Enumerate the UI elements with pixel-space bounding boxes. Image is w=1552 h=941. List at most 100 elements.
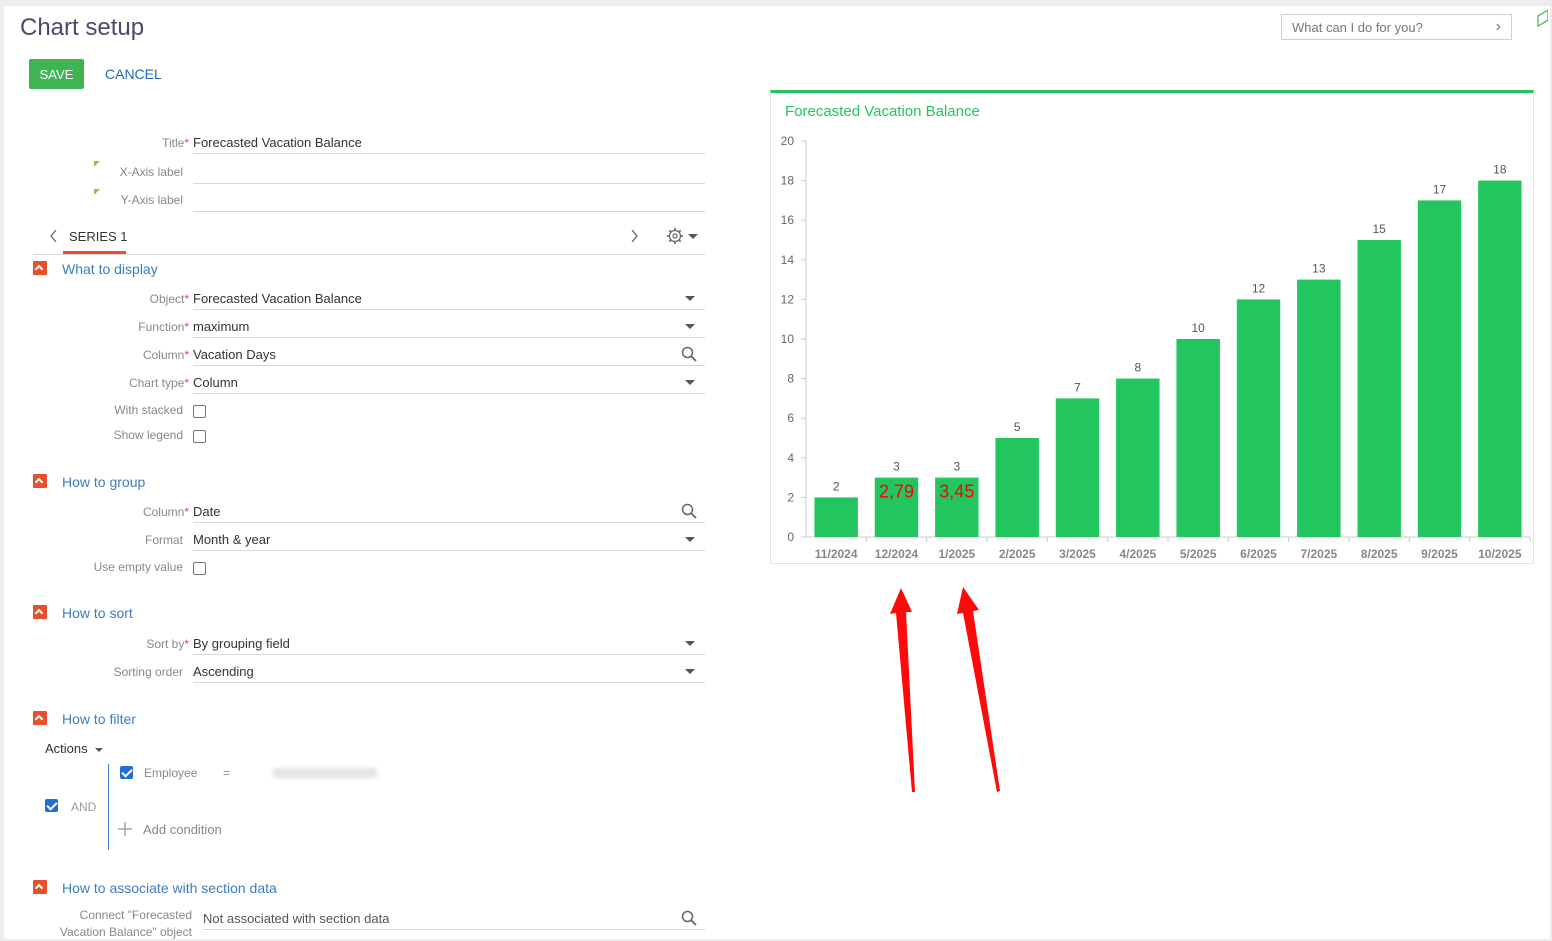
show-legend-checkbox[interactable]	[193, 430, 206, 443]
chevron-down-icon	[688, 234, 698, 239]
x-tick-label: 2/2025	[999, 547, 1036, 561]
with-stacked-checkbox[interactable]	[193, 405, 206, 418]
section-what-to-display[interactable]: What to display	[62, 261, 158, 277]
bar-value-label: 3	[953, 460, 960, 474]
bar-value-label: 7	[1074, 380, 1081, 394]
column-label: Column*	[142, 348, 189, 362]
collapse-sort-icon[interactable]	[33, 605, 47, 619]
with-stacked-label: With stacked	[114, 403, 183, 417]
bar	[1236, 299, 1281, 537]
collapse-filter-icon[interactable]	[33, 711, 47, 725]
connect-object-label: Connect "Forecasted Vacation Balance" obj…	[59, 908, 192, 939]
chevron-right-icon[interactable]	[629, 229, 639, 243]
search-icon[interactable]	[681, 503, 697, 519]
x-tick-label: 11/2024	[815, 547, 858, 561]
bar	[1116, 378, 1160, 537]
bar	[1297, 279, 1341, 537]
cancel-button[interactable]: CANCEL	[105, 59, 162, 89]
employee-condition-checkbox[interactable]	[120, 766, 133, 779]
associate-lookup[interactable]: Not associated with section data	[203, 908, 705, 930]
section-how-to-filter[interactable]: How to filter	[62, 711, 136, 727]
sort-by-select[interactable]: By grouping field	[193, 633, 705, 655]
add-condition-label: Add condition	[143, 821, 222, 837]
x-axis-label: X-Axis label	[94, 161, 183, 179]
format-select[interactable]: Month & year	[193, 529, 705, 551]
collapse-group-icon[interactable]	[33, 474, 47, 488]
add-condition-button[interactable]: Add condition	[118, 821, 222, 837]
object-label: Object*	[149, 292, 189, 306]
bar-value-label: 18	[1493, 163, 1507, 177]
group-column-label: Column*	[142, 505, 189, 519]
x-tick-label: 12/2024	[875, 547, 919, 561]
object-select[interactable]: Forecasted Vacation Balance	[193, 288, 705, 310]
x-tick-label: 3/2025	[1059, 547, 1096, 561]
bar-value-label: 3	[893, 460, 900, 474]
bar-value-label: 17	[1433, 182, 1447, 196]
chevron-down-icon	[685, 324, 695, 329]
search-icon[interactable]	[681, 910, 697, 926]
search-icon[interactable]	[681, 346, 697, 362]
bar-chart: 0 2 4 6 8 10 12 14 16 18 20 2 11/2024 3 12/2024 3 1/2025…	[781, 134, 1531, 561]
annotation-label: 3,45	[939, 482, 974, 502]
bar	[1055, 398, 1100, 537]
sort-by-label: Sort by*	[146, 637, 189, 651]
format-label: Format	[144, 533, 183, 547]
sorting-order-select[interactable]: Ascending	[193, 661, 705, 683]
y-tick-label: 18	[781, 174, 795, 188]
y-tick-label: 8	[787, 372, 794, 386]
y-tick-label: 6	[787, 411, 794, 425]
assistant-placeholder: What can I do for you?	[1292, 20, 1423, 35]
x-axis-field[interactable]	[193, 162, 705, 184]
gear-icon	[667, 228, 683, 244]
tab-series-1[interactable]: SERIES 1	[69, 229, 128, 244]
y-axis-field[interactable]	[193, 190, 705, 212]
y-tick-label: 4	[787, 451, 794, 465]
title-field[interactable]: Forecasted Vacation Balance	[193, 132, 705, 154]
x-tick-label: 9/2025	[1421, 547, 1458, 561]
actions-menu[interactable]: Actions	[45, 741, 104, 756]
section-how-to-sort[interactable]: How to sort	[62, 605, 133, 621]
bar-value-label: 5	[1014, 420, 1021, 434]
bar	[995, 438, 1039, 537]
assistant-search[interactable]: What can I do for you? ›	[1281, 14, 1512, 40]
function-select[interactable]: maximum	[193, 316, 705, 338]
chart-type-select[interactable]: Column	[193, 372, 705, 394]
chevron-down-icon	[685, 296, 695, 301]
arrow-icon	[957, 587, 1000, 792]
y-tick-label: 12	[781, 292, 795, 306]
section-how-to-group[interactable]: How to group	[62, 474, 145, 490]
condition-operator[interactable]: =	[223, 766, 230, 780]
bar-value-label: 13	[1312, 262, 1326, 276]
and-operator[interactable]: AND	[71, 800, 96, 814]
y-tick-label: 10	[781, 332, 795, 346]
bar	[1417, 200, 1462, 537]
chevron-left-icon[interactable]	[49, 229, 59, 243]
blurred-value[interactable]	[272, 768, 378, 778]
group-column-lookup[interactable]: Date	[193, 501, 705, 523]
series-divider	[33, 254, 705, 255]
cube-icon[interactable]	[1536, 8, 1548, 28]
x-tick-label: 5/2025	[1180, 547, 1217, 561]
collapse-associate-icon[interactable]	[33, 880, 47, 894]
x-tick-label: 6/2025	[1240, 547, 1277, 561]
arrow-icon	[890, 588, 915, 792]
bar-value-label: 2	[833, 479, 840, 493]
use-empty-value-checkbox[interactable]	[193, 562, 206, 575]
function-label: Function*	[138, 320, 189, 334]
bar-value-label: 10	[1191, 321, 1205, 335]
column-lookup[interactable]: Vacation Days	[193, 344, 705, 366]
x-tick-label: 8/2025	[1361, 547, 1398, 561]
bar-value-label: 12	[1252, 281, 1266, 295]
settings-menu-button[interactable]	[666, 227, 698, 245]
and-group-checkbox[interactable]	[45, 799, 58, 812]
employee-condition-column[interactable]: Employee	[144, 766, 197, 780]
y-tick-label: 16	[781, 213, 795, 227]
collapse-display-icon[interactable]	[33, 261, 47, 275]
y-tick-label: 20	[781, 134, 795, 148]
section-how-to-associate[interactable]: How to associate with section data	[62, 880, 277, 896]
chevron-right-icon: ›	[1495, 18, 1501, 35]
save-button[interactable]: SAVE	[29, 59, 84, 89]
annotation-arrows	[890, 587, 1000, 792]
x-tick-label: 4/2025	[1119, 547, 1156, 561]
chart-type-label: Chart type*	[128, 376, 189, 390]
